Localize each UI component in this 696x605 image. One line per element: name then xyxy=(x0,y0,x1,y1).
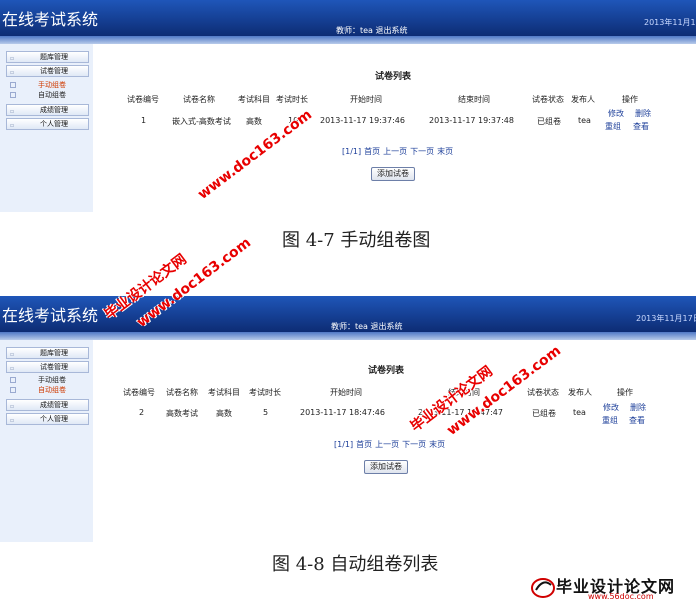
cell-start: 2013-11-17 18:47:46 xyxy=(300,408,385,417)
logo-url: www.56doc.com xyxy=(588,592,654,601)
cell-name: 嵌入式-高数考试 xyxy=(172,117,231,126)
cell-start: 2013-11-17 19:37:46 xyxy=(320,116,405,125)
header-bar: 在线考试系统 教师：tea 退出系统 2013年11月17 xyxy=(0,0,696,36)
col-header-duration: 考试时长 xyxy=(249,388,281,397)
bullet-icon xyxy=(10,387,16,393)
cell-id: 1 xyxy=(141,116,147,125)
col-header-end: 结束时间 xyxy=(458,95,490,104)
sidebar-item-score[interactable]: ▫ 成绩管理 xyxy=(6,399,89,411)
page-info: [1/1] xyxy=(334,440,354,449)
col-header-start: 开始时间 xyxy=(330,388,362,397)
edit-link[interactable]: 修改 xyxy=(608,108,624,119)
col-header-publisher: 发布人 xyxy=(571,95,595,104)
col-header-duration: 考试时长 xyxy=(276,95,308,104)
sidebar-item-personal[interactable]: ▫ 个人管理 xyxy=(6,118,89,130)
cell-name: 高数考试 xyxy=(166,409,198,418)
first-page-link[interactable]: 首页 xyxy=(364,147,380,156)
add-exam-button[interactable]: 添加试卷 xyxy=(371,167,415,181)
pagination: [1/1] 首页 上一页 下一页 末页 xyxy=(342,146,456,157)
delete-link[interactable]: 删除 xyxy=(630,402,646,413)
sidebar: ▫ 题库管理 ▫ 试卷管理 手动组卷 自动组卷 ▫ 成绩管理 ▫ 个人管理 xyxy=(0,340,93,542)
bullet-icon xyxy=(10,82,16,88)
col-header-name: 试卷名称 xyxy=(183,95,215,104)
regroup-link[interactable]: 重组 xyxy=(605,121,621,132)
col-header-id: 试卷编号 xyxy=(127,95,159,104)
expand-icon: ▫ xyxy=(10,108,15,115)
col-header-ops: 操作 xyxy=(622,95,638,104)
cell-duration: 5 xyxy=(263,408,269,417)
col-header-start: 开始时间 xyxy=(350,95,382,104)
prev-page-link[interactable]: 上一页 xyxy=(383,147,407,156)
sidebar-item-personal[interactable]: ▫ 个人管理 xyxy=(6,413,89,425)
view-link[interactable]: 查看 xyxy=(629,415,645,426)
screenshot-auto: 在线考试系统 教师：tea 退出系统 2013年11月17日 ▫ 题库管理 ▫ 试卷… xyxy=(0,296,696,542)
col-header-subject: 考试科目 xyxy=(238,95,270,104)
sidebar-item-score[interactable]: ▫ 成绩管理 xyxy=(6,104,89,116)
regroup-link[interactable]: 重组 xyxy=(602,415,618,426)
cell-publisher: tea xyxy=(578,116,591,125)
screenshot-manual: 在线考试系统 教师：tea 退出系统 2013年11月17 ▫ 题库管理 ▫ 试卷管… xyxy=(0,0,696,212)
header-band xyxy=(0,332,696,340)
sidebar-sub-auto[interactable]: 自动组卷 xyxy=(10,91,66,100)
cell-publisher: tea xyxy=(573,408,586,417)
header-date: 2013年11月17日 xyxy=(636,314,696,323)
bullet-icon xyxy=(10,377,16,383)
header-band xyxy=(0,36,696,44)
sidebar-item-exam[interactable]: ▫ 试卷管理 xyxy=(6,361,89,373)
expand-icon: ▫ xyxy=(10,351,15,358)
expand-icon: ▫ xyxy=(10,69,15,76)
caption-fig-4-7: 图 4-7 手动组卷图 xyxy=(282,230,431,251)
list-title: 试卷列表 xyxy=(368,366,405,376)
col-header-name: 试卷名称 xyxy=(166,388,198,397)
sidebar-item-exam[interactable]: ▫ 试卷管理 xyxy=(6,65,89,77)
next-page-link[interactable]: 下一页 xyxy=(410,147,434,156)
expand-icon: ▫ xyxy=(10,403,15,410)
sidebar-item-bank[interactable]: ▫ 题库管理 xyxy=(6,51,89,63)
user-info[interactable]: 教师：tea 退出系统 xyxy=(331,321,403,332)
last-page-link[interactable]: 末页 xyxy=(437,147,453,156)
logo-icon xyxy=(531,578,555,598)
expand-icon: ▫ xyxy=(10,55,15,62)
site-logo: 毕业设计论文网 www.56doc.com xyxy=(530,572,690,602)
col-header-status: 试卷状态 xyxy=(527,388,559,397)
prev-page-link[interactable]: 上一页 xyxy=(375,440,399,449)
bullet-icon xyxy=(10,92,16,98)
caption-fig-4-8: 图 4-8 自动组卷列表 xyxy=(272,554,439,575)
page-info: [1/1] xyxy=(342,147,362,156)
expand-icon: ▫ xyxy=(10,122,15,129)
first-page-link[interactable]: 首页 xyxy=(356,440,372,449)
cell-subject: 高数 xyxy=(246,117,262,126)
list-title: 试卷列表 xyxy=(375,72,412,82)
expand-icon: ▫ xyxy=(10,417,15,424)
sidebar-sub-auto[interactable]: 自动组卷 xyxy=(10,386,66,395)
next-page-link[interactable]: 下一页 xyxy=(402,440,426,449)
view-link[interactable]: 查看 xyxy=(633,121,649,132)
cell-id: 2 xyxy=(139,408,145,417)
col-header-publisher: 发布人 xyxy=(568,388,592,397)
app-title: 在线考试系统 xyxy=(2,10,99,29)
cell-status: 已组卷 xyxy=(532,409,556,418)
cell-subject: 高数 xyxy=(216,409,232,418)
col-header-id: 试卷编号 xyxy=(123,388,155,397)
sidebar-item-bank[interactable]: ▫ 题库管理 xyxy=(6,347,89,359)
delete-link[interactable]: 删除 xyxy=(635,108,651,119)
col-header-ops: 操作 xyxy=(617,388,633,397)
sidebar-sub-manual[interactable]: 手动组卷 xyxy=(10,376,66,385)
cell-end: 2013-11-17 19:37:48 xyxy=(429,116,514,125)
add-exam-button[interactable]: 添加试卷 xyxy=(364,460,408,474)
app-title: 在线考试系统 xyxy=(2,306,99,325)
header-date: 2013年11月17 xyxy=(644,18,696,27)
sidebar: ▫ 题库管理 ▫ 试卷管理 手动组卷 自动组卷 ▫ 成绩管理 ▫ 个人管理 xyxy=(0,44,93,212)
sidebar-sub-manual[interactable]: 手动组卷 xyxy=(10,81,66,90)
edit-link[interactable]: 修改 xyxy=(603,402,619,413)
user-info[interactable]: 教师：tea 退出系统 xyxy=(336,25,408,36)
expand-icon: ▫ xyxy=(10,365,15,372)
col-header-subject: 考试科目 xyxy=(208,388,240,397)
cell-status: 已组卷 xyxy=(537,117,561,126)
last-page-link[interactable]: 末页 xyxy=(429,440,445,449)
col-header-status: 试卷状态 xyxy=(532,95,564,104)
pagination: [1/1] 首页 上一页 下一页 末页 xyxy=(334,439,448,450)
